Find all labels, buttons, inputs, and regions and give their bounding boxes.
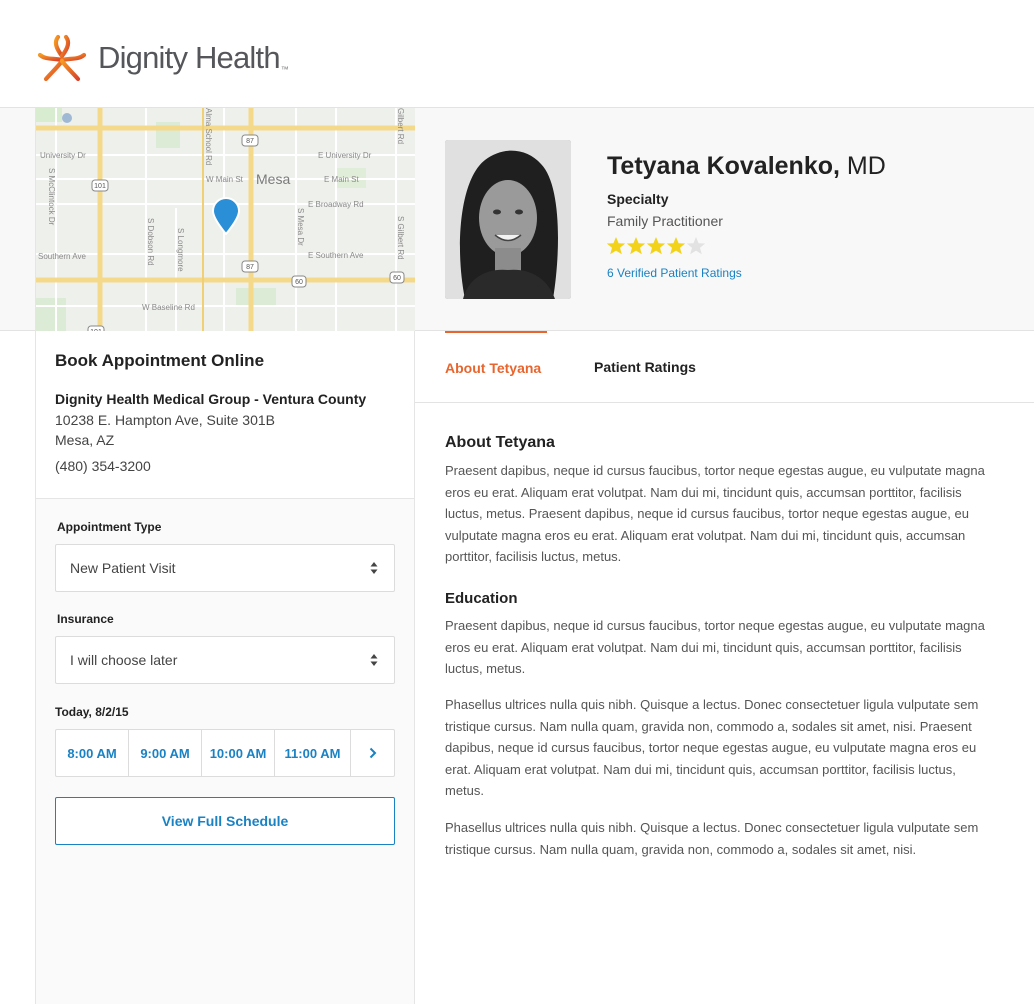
booking-sidebar: University Dr E University Dr W Main St … — [35, 108, 415, 1004]
next-slots-button[interactable] — [351, 730, 394, 776]
rating-stars — [606, 236, 706, 256]
svg-text:E University Dr: E University Dr — [318, 151, 372, 160]
insurance-select[interactable]: I will choose later — [55, 636, 395, 684]
svg-text:S Gilbert Rd: S Gilbert Rd — [396, 216, 405, 260]
star-filled-icon — [646, 237, 666, 255]
star-filled-icon — [666, 237, 686, 255]
dignity-health-logo-icon — [37, 34, 87, 82]
star-empty-icon — [686, 237, 706, 255]
svg-text:University Dr: University Dr — [40, 151, 86, 160]
clinic-info: Book Appointment Online Dignity Health M… — [36, 331, 414, 499]
svg-text:S McClintock Dr: S McClintock Dr — [47, 168, 56, 226]
view-full-schedule-button[interactable]: View Full Schedule — [55, 797, 395, 845]
book-appointment-title: Book Appointment Online — [55, 351, 265, 370]
svg-text:S Longmore: S Longmore — [176, 228, 185, 272]
profile-tabs: About Tetyana Patient Ratings — [415, 331, 1034, 403]
clinic-name: Dignity Health Medical Group - Ventura C… — [55, 391, 367, 407]
svg-text:Gilbert Rd: Gilbert Rd — [396, 108, 405, 144]
location-map[interactable]: University Dr E University Dr W Main St … — [36, 108, 415, 331]
svg-text:W Baseline Rd: W Baseline Rd — [142, 303, 195, 312]
insurance-label: Insurance — [57, 612, 114, 626]
clinic-phone[interactable]: (480) 354-3200 — [55, 458, 151, 474]
trademark-mark: ™ — [280, 65, 289, 74]
tab-patient-ratings[interactable]: Patient Ratings — [594, 331, 696, 403]
svg-text:101: 101 — [94, 183, 106, 190]
about-text: Praesent dapibus, neque id cursus faucib… — [445, 463, 985, 564]
svg-text:S Mesa Dr: S Mesa Dr — [296, 208, 305, 246]
svg-text:E Broadway Rd: E Broadway Rd — [308, 200, 364, 209]
specialty-label: Specialty — [607, 191, 669, 207]
education-paragraph: Phasellus ultrices nulla quis nibh. Quis… — [445, 820, 979, 857]
star-filled-icon — [606, 237, 626, 255]
svg-text:W Main St: W Main St — [206, 175, 244, 184]
appointment-type-value: New Patient Visit — [70, 560, 176, 576]
appointment-type-select[interactable]: New Patient Visit — [55, 544, 395, 592]
svg-text:87: 87 — [246, 138, 254, 145]
time-slot[interactable]: 10:00 AM — [202, 730, 275, 776]
doctor-portrait-image — [445, 140, 571, 299]
education-paragraph: Praesent dapibus, neque id cursus faucib… — [445, 618, 985, 676]
clinic-address-line2: Mesa, AZ — [55, 432, 115, 448]
time-slots: 8:00 AM 9:00 AM 10:00 AM 11:00 AM — [55, 729, 395, 777]
time-slot[interactable]: 11:00 AM — [275, 730, 351, 776]
svg-text:S Dobson Rd: S Dobson Rd — [146, 218, 155, 266]
education-title: Education — [445, 590, 518, 607]
chevron-right-icon — [369, 747, 376, 759]
svg-text:E Southern Ave: E Southern Ave — [308, 251, 364, 260]
education-paragraph: Phasellus ultrices nulla quis nibh. Quis… — [445, 697, 979, 798]
time-slot[interactable]: 9:00 AM — [129, 730, 202, 776]
brand-logo[interactable]: Dignity Health ™ — [34, 34, 289, 82]
brand-name: Dignity Health — [98, 40, 281, 75]
specialty-value: Family Practitioner — [607, 213, 723, 229]
about-title: About Tetyana — [445, 434, 555, 451]
svg-text:E Main St: E Main St — [324, 175, 359, 184]
svg-text:Southern Ave: Southern Ave — [38, 252, 86, 261]
doctor-credential: MD — [846, 152, 886, 180]
svg-text:Alma School Rd: Alma School Rd — [204, 108, 213, 165]
clinic-address-line1: 10238 E. Hampton Ave, Suite 301B — [55, 412, 276, 428]
svg-text:87: 87 — [246, 264, 254, 271]
svg-text:60: 60 — [295, 279, 303, 286]
select-arrows-icon — [370, 654, 378, 666]
verified-ratings-link[interactable]: 6 Verified Patient Ratings — [607, 266, 742, 280]
star-filled-icon — [626, 237, 646, 255]
doctor-photo — [445, 140, 571, 299]
insurance-value: I will choose later — [70, 652, 178, 668]
appointment-type-label: Appointment Type — [57, 520, 162, 534]
time-slot[interactable]: 8:00 AM — [56, 730, 129, 776]
doctor-name: Tetyana Kovalenko, MD — [607, 152, 886, 181]
svg-text:Mesa: Mesa — [256, 171, 290, 187]
svg-text:60: 60 — [393, 275, 401, 282]
map-pin-icon[interactable] — [211, 197, 241, 235]
doctor-fullname: Tetyana Kovalenko, — [607, 152, 840, 180]
select-arrows-icon — [370, 562, 378, 574]
site-header: Dignity Health ™ — [0, 0, 1034, 108]
date-label: Today, 8/2/15 — [55, 705, 129, 719]
tab-about[interactable]: About Tetyana — [445, 331, 547, 403]
